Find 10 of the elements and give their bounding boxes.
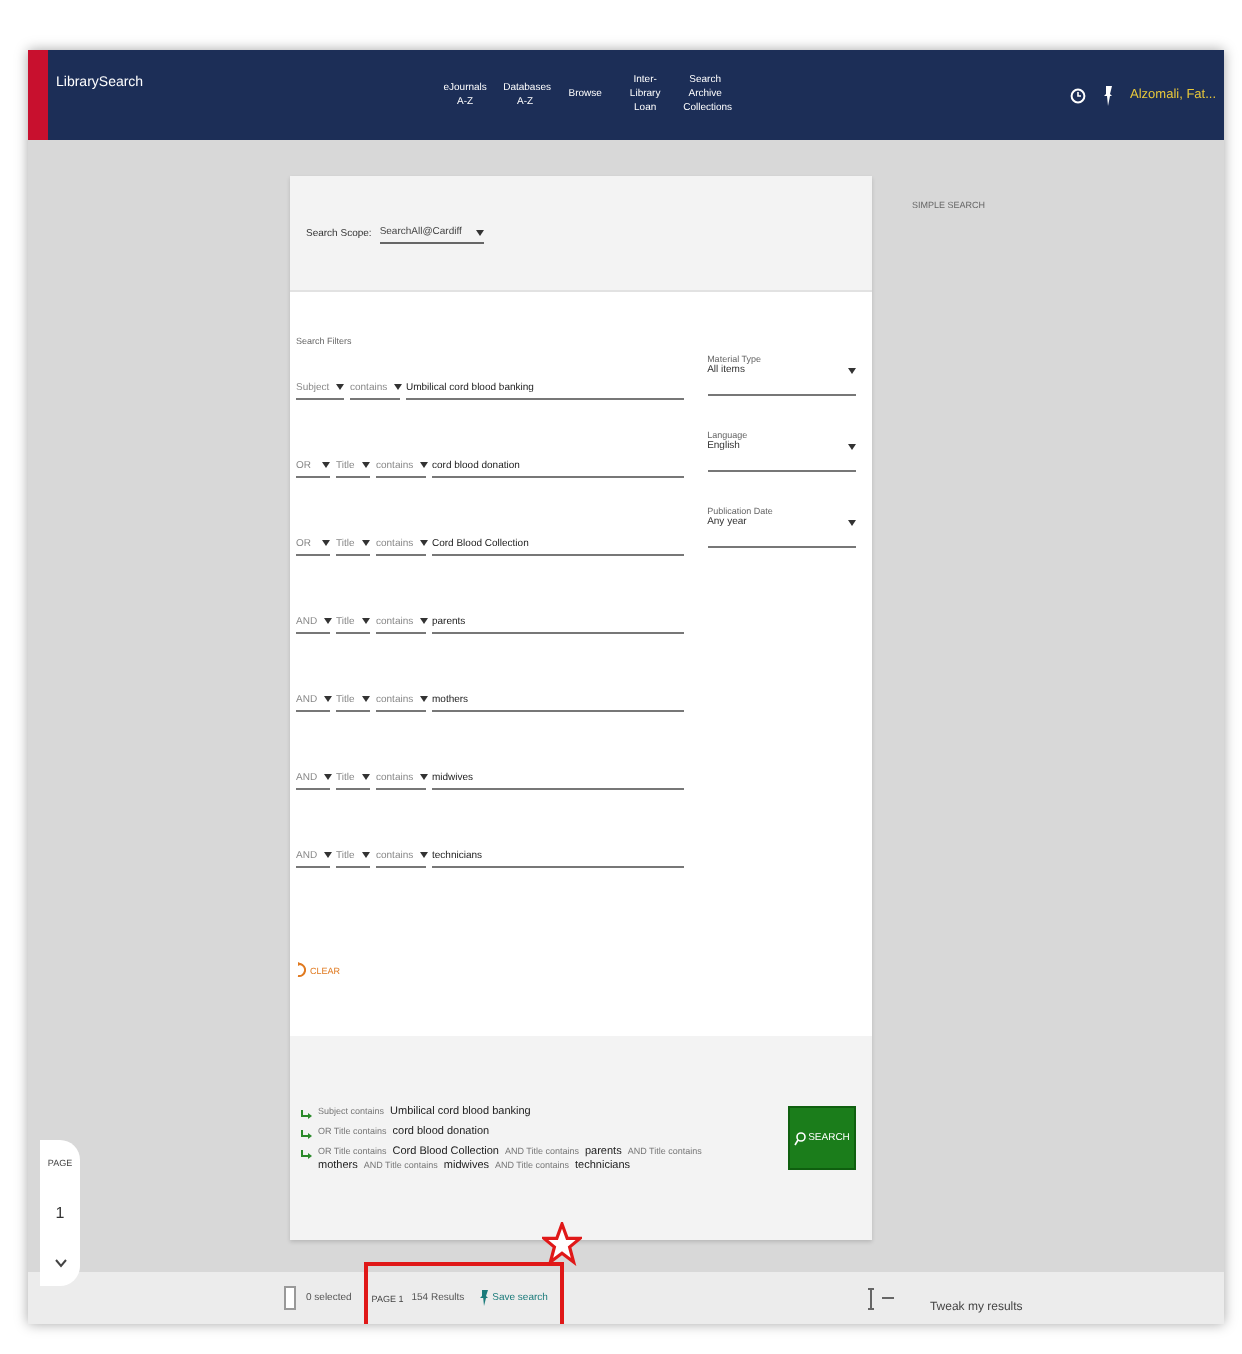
sort-icon[interactable] bbox=[867, 1287, 874, 1309]
pin-icon[interactable] bbox=[1102, 83, 1115, 107]
refresh-icon bbox=[296, 962, 306, 978]
minus-icon[interactable] bbox=[881, 1296, 894, 1300]
search-icon bbox=[794, 1131, 807, 1145]
checkbox[interactable] bbox=[284, 1286, 296, 1310]
history-icon[interactable] bbox=[1070, 83, 1087, 107]
page-number: 1 bbox=[55, 1204, 65, 1222]
chevron-down-icon[interactable] bbox=[53, 1258, 67, 1268]
pin-icon bbox=[480, 1290, 489, 1306]
